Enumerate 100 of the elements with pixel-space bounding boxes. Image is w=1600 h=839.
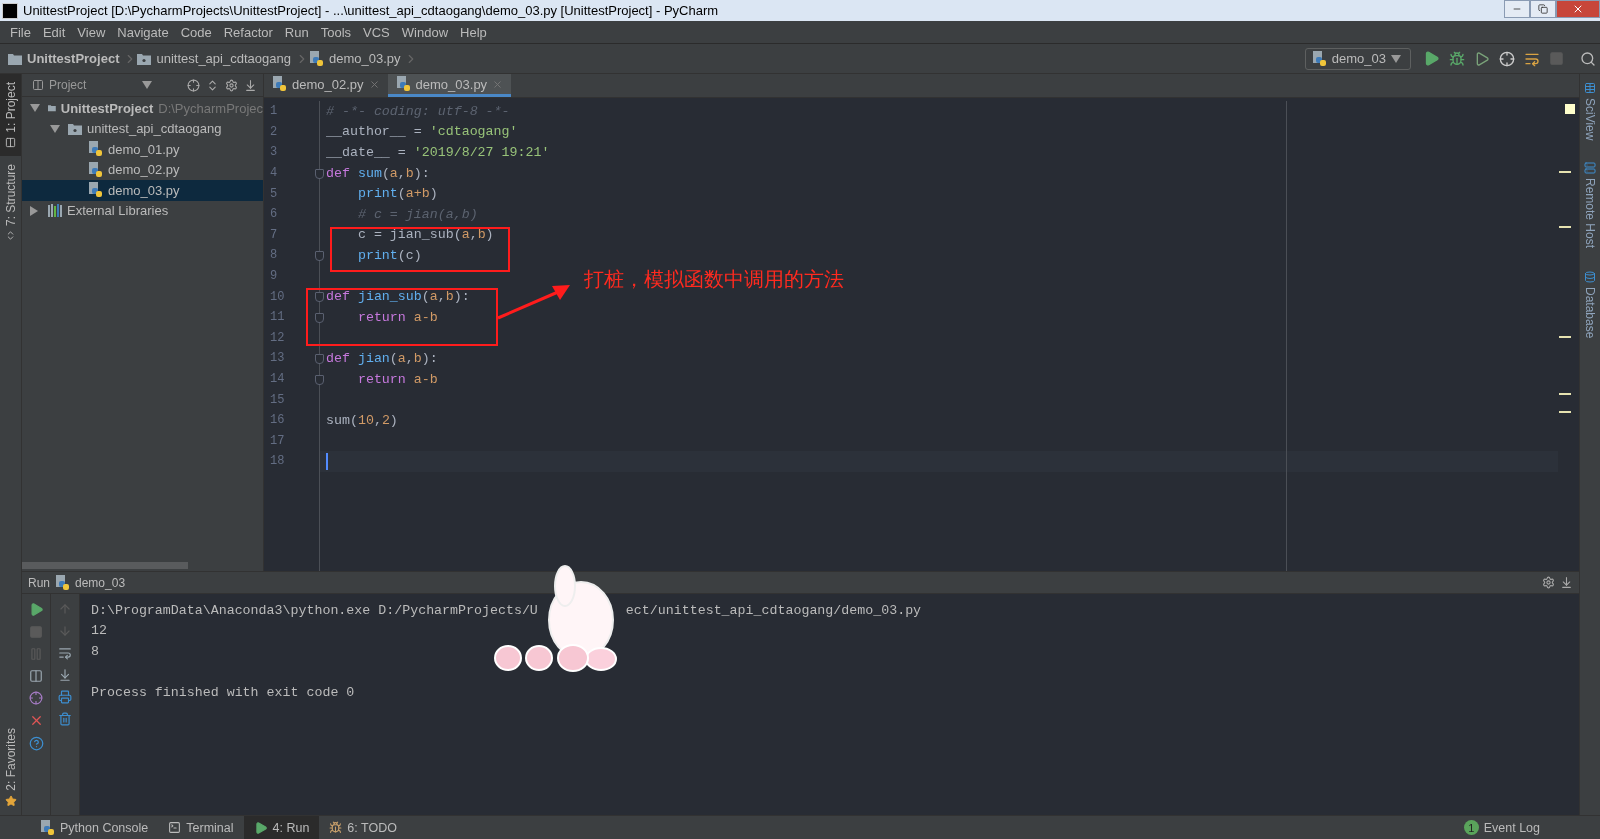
- menu-item[interactable]: View: [71, 24, 112, 40]
- menu-item[interactable]: Refactor: [217, 24, 279, 40]
- event-log-button[interactable]: 1 Event Log: [1453, 815, 1550, 839]
- fold-icon[interactable]: [315, 292, 324, 303]
- console-output: ect/unittest_api_cdtaogang/demo_03.py: [625, 602, 922, 618]
- tree-item[interactable]: demo_02.py: [22, 159, 263, 180]
- tool-window-tab[interactable]: 2: Favorites: [0, 720, 21, 815]
- tool-window-tab[interactable]: Terminal: [158, 815, 244, 839]
- scroll-to-end-icon[interactable]: [58, 668, 72, 682]
- tool-window-tab[interactable]: Database: [1583, 270, 1597, 338]
- search-icon[interactable]: [1579, 50, 1596, 67]
- tree-label: demo_01.py: [108, 141, 180, 157]
- package-folder-icon: [137, 52, 152, 65]
- expand-arrow-icon[interactable]: [50, 124, 60, 133]
- console-output: D:\ProgramData\Anaconda3\python.exe D:/PycharmProjects/U: [91, 602, 538, 618]
- fold-icon[interactable]: [315, 354, 324, 365]
- console-output: Process finished with exit code 0: [91, 685, 355, 701]
- panel-title[interactable]: Project: [32, 78, 136, 92]
- server-icon: [1584, 162, 1596, 175]
- help-icon[interactable]: [28, 736, 44, 751]
- line-number: 7: [269, 226, 279, 244]
- settings-icon[interactable]: [225, 78, 238, 92]
- dropdown-arrow-icon: [1391, 54, 1401, 63]
- menu-item[interactable]: Run: [278, 24, 315, 40]
- tool-window-tab[interactable]: Python Console: [30, 815, 159, 839]
- console-output: 8: [91, 644, 99, 659]
- menu-item[interactable]: VCS: [357, 24, 396, 40]
- clear-icon[interactable]: [58, 712, 72, 726]
- menu-item[interactable]: Tools: [314, 24, 358, 40]
- breadcrumb[interactable]: unittest_api_cdtaogang: [137, 51, 295, 66]
- soft-wrap-icon[interactable]: [58, 646, 72, 660]
- menu-item[interactable]: Edit: [36, 24, 72, 40]
- tree-item[interactable]: UnittestProject D:\PycharmProjec: [22, 98, 263, 119]
- line-number: 4: [264, 162, 319, 184]
- tool-window-tab[interactable]: 4: Run: [243, 815, 320, 839]
- tree-item[interactable]: demo_01.py: [22, 139, 263, 160]
- tree-item[interactable]: demo_03.py: [22, 180, 263, 201]
- python-file-icon: [88, 161, 103, 178]
- table-icon: [1584, 82, 1596, 94]
- locate-icon[interactable]: [187, 78, 200, 92]
- tree-label: External Libraries: [67, 203, 169, 219]
- code-line: # -*- coding: utf-8 -*-: [325, 103, 510, 119]
- menu-item[interactable]: Help: [454, 24, 493, 40]
- code-line: def sum(a,b):: [325, 165, 430, 181]
- python-file-icon: [308, 50, 324, 67]
- minimize-button[interactable]: [1504, 0, 1530, 18]
- tree-label: demo_02.py: [108, 162, 180, 178]
- line-number: 17: [269, 432, 286, 450]
- fold-icon[interactable]: [315, 312, 324, 323]
- tool-window-tab[interactable]: Remote Host: [1583, 162, 1597, 249]
- layout-icon[interactable]: [29, 669, 43, 683]
- menu-item[interactable]: Window: [395, 24, 455, 40]
- run-icon[interactable]: [1423, 50, 1440, 67]
- breadcrumb[interactable]: demo_03.py: [308, 50, 405, 67]
- menu-item[interactable]: Code: [174, 24, 218, 40]
- print-icon[interactable]: [58, 690, 72, 704]
- editor-tab[interactable]: demo_02.py: [264, 74, 388, 97]
- run-icon: [253, 820, 268, 835]
- expand-arrow-icon[interactable]: [30, 104, 40, 113]
- tree-label: unittest_api_cdtaogang: [87, 121, 222, 137]
- maximize-button[interactable]: [1530, 0, 1556, 18]
- close-icon[interactable]: [368, 78, 380, 90]
- warning-marker: [1565, 104, 1575, 114]
- dropdown-arrow-icon[interactable]: [142, 81, 152, 89]
- library-icon: [48, 204, 62, 218]
- breadcrumb[interactable]: UnittestProject: [8, 51, 124, 66]
- menu-item[interactable]: Navigate: [111, 24, 175, 40]
- tool-window-tab[interactable]: 6: TODO: [319, 815, 407, 839]
- restore-icon: [1538, 4, 1548, 14]
- tree-item[interactable]: External Libraries: [22, 200, 263, 221]
- line-number: 15: [269, 391, 286, 409]
- tree-item[interactable]: unittest_api_cdtaogang: [22, 118, 263, 139]
- line-number: 11: [264, 306, 319, 328]
- fold-icon[interactable]: [315, 374, 324, 385]
- hide-icon[interactable]: [1560, 576, 1573, 589]
- database-icon: [1584, 270, 1596, 283]
- settings-icon[interactable]: [1542, 576, 1555, 589]
- code-line: c = jian_sub(a,b): [356, 227, 494, 243]
- rerun-icon[interactable]: [28, 602, 44, 617]
- run-config-dropdown[interactable]: demo_03: [1304, 47, 1411, 70]
- editor-tab[interactable]: demo_03.py: [387, 74, 512, 97]
- app-logo-icon: [2, 2, 18, 19]
- fold-icon[interactable]: [315, 168, 324, 179]
- tree-label: UnittestProject: [60, 100, 154, 116]
- collapse-icon[interactable]: [206, 78, 219, 92]
- line-number: 1: [269, 103, 279, 121]
- code-line: return a-b: [356, 371, 438, 387]
- python-file-icon: [88, 182, 103, 199]
- menu-item[interactable]: File: [4, 24, 37, 40]
- fold-icon[interactable]: [315, 251, 324, 262]
- console-output: 12: [91, 623, 107, 639]
- line-number: 9: [269, 268, 279, 286]
- tool-window-tab[interactable]: 7: Structure: [0, 155, 21, 249]
- star-icon: [4, 795, 17, 807]
- tool-window-tab[interactable]: SciView: [1583, 82, 1597, 141]
- debug-icon[interactable]: [1448, 50, 1465, 67]
- tool-window-tab[interactable]: 1: Project: [0, 74, 21, 156]
- python-file-icon: [272, 76, 287, 92]
- hide-icon[interactable]: [244, 78, 257, 92]
- scrollbar[interactable]: [22, 562, 188, 569]
